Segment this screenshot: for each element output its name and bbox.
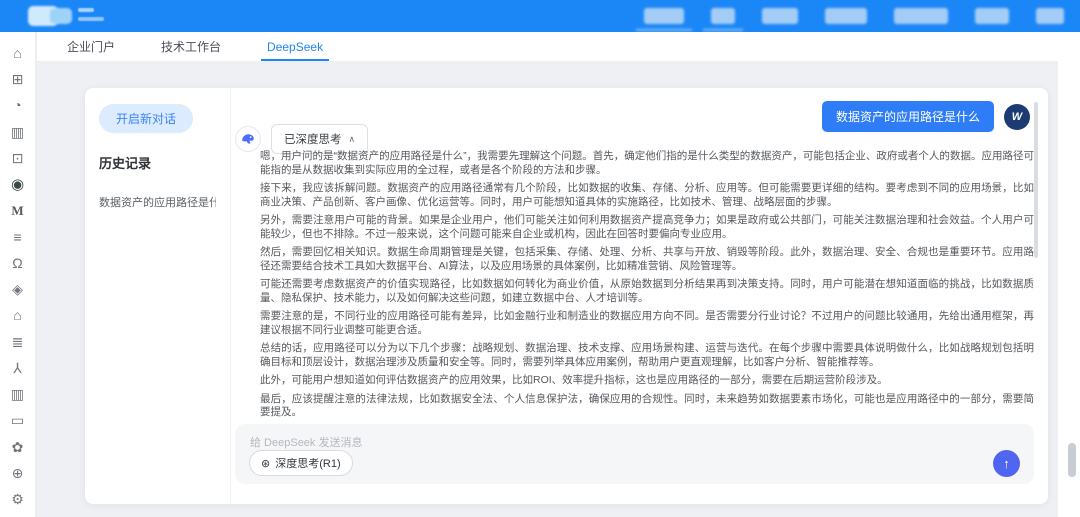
tab-企业门户[interactable]: 企业门户 — [61, 32, 121, 61]
chevron-up-icon: ∧ — [349, 134, 356, 145]
page-scrollbar[interactable] — [1068, 443, 1076, 477]
chat-card: 开启新对话 历史记录 数据资产的应用路径是什么 数据资产的应用路径是什么 W — [85, 88, 1048, 504]
composer: 给 DeepSeek 发送消息 ⊛ 深度思考(R1) ↑ — [235, 424, 1034, 484]
list-icon[interactable]: ≡ — [8, 227, 28, 247]
card-add-icon[interactable]: ⊡ — [8, 148, 28, 168]
history-list: 数据资产的应用路径是什么 — [99, 194, 216, 210]
logo-text-redacted — [78, 8, 104, 21]
reasoning-paragraph: 此外，可能用户想知道如何评估数据资产的应用效果，比如ROI、效率提升指标，这也是… — [260, 374, 1034, 388]
deep-thought-label: 已深度思考 — [284, 131, 342, 147]
topbar-menu-item-redacted[interactable] — [894, 8, 948, 24]
deepseek-whale-icon — [235, 126, 261, 152]
folder-icon[interactable]: ▭ — [8, 410, 28, 430]
org-structure-icon[interactable]: ⊞ — [8, 69, 28, 89]
layers-icon[interactable]: ≣ — [8, 332, 28, 352]
barcode-alt-icon[interactable]: ▥ — [8, 384, 28, 404]
history-item[interactable]: 数据资产的应用路径是什么 — [99, 194, 216, 210]
deep-think-icon: ⊛ — [261, 457, 270, 470]
reasoning-paragraph: 接下来，我应该拆解问题。数据资产的应用路径通常有几个阶段，比如数据的收集、存储、… — [260, 182, 1034, 209]
new-chat-button[interactable]: 开启新对话 — [99, 104, 193, 133]
flower-badge-icon[interactable]: ✿ — [8, 437, 28, 457]
input-placeholder: 给 DeepSeek 发送消息 — [250, 437, 362, 449]
arrow-up-icon: ↑ — [1003, 456, 1010, 471]
gear-icon[interactable]: ⚙ — [8, 489, 28, 509]
tab-bar: 企业门户 技术工作台 DeepSeek — [37, 32, 1080, 62]
chat-panel: 数据资产的应用路径是什么 W 已深度思考 ∧ 嗯，用户问的 — [231, 88, 1048, 504]
pie-chart-icon[interactable]: ◔ — [8, 95, 28, 115]
history-title: 历史记录 — [99, 153, 216, 172]
home-icon[interactable]: ⌂ — [8, 43, 28, 63]
topbar-menu — [644, 0, 1064, 32]
user-message: 数据资产的应用路径是什么 — [822, 101, 994, 132]
content-area: 开启新对话 历史记录 数据资产的应用路径是什么 数据资产的应用路径是什么 W — [37, 62, 1058, 517]
app-logo — [28, 6, 74, 26]
globe-dark-icon[interactable]: ◉ — [8, 174, 28, 194]
globe-icon[interactable]: ⊕ — [8, 463, 28, 483]
user-icon[interactable]: Ω — [8, 253, 28, 273]
user-message-row: 数据资产的应用路径是什么 W — [822, 101, 1030, 132]
chat-scrollbar[interactable] — [1034, 102, 1038, 258]
reasoning-paragraph: 然后，需要回忆相关知识。数据生命周期管理是关键，包括采集、存储、处理、分析、共享… — [260, 246, 1034, 273]
topbar-menu-item-redacted[interactable] — [975, 8, 1009, 24]
topbar-menu-item-redacted[interactable] — [1036, 8, 1064, 24]
m-app-icon[interactable]: M — [8, 200, 28, 220]
app-window: ⌂ ⊞ ◔ ▥ ⊡ ◉ M ≡ Ω ◈ ⌂ ≣ ⅄ ▥ ▭ ✿ ⊕ ⚙ 企业门户 技术工作台 DeepSeek 开启新… — [0, 0, 1080, 517]
home-alt-icon[interactable]: ⌂ — [8, 305, 28, 325]
page-scrollbar-track — [1058, 32, 1080, 517]
topbar-menu-item-redacted[interactable] — [825, 8, 867, 24]
reasoning-paragraph: 需要注意的是，不同行业的应用路径可能有差异，比如金融行业和制造业的数据应用方向不… — [260, 310, 1034, 337]
tab-技术工作台[interactable]: 技术工作台 — [155, 32, 227, 61]
barcode-icon[interactable]: ▥ — [8, 122, 28, 142]
sitemap-icon[interactable]: ⅄ — [8, 358, 28, 378]
send-button[interactable]: ↑ — [993, 450, 1020, 477]
reasoning-paragraph: 最后，应该提醒注意的法律法规，比如数据安全法、个人信息保护法，确保应用的合规性。… — [260, 393, 1034, 420]
tab-deepseek[interactable]: DeepSeek — [261, 32, 329, 61]
deep-think-label: 深度思考(R1) — [275, 455, 340, 471]
reasoning-paragraph: 嗯，用户问的是“数据资产的应用路径是什么”，我需要先理解这个问题。首先，确定他们… — [260, 150, 1034, 177]
left-sidebar: ⌂ ⊞ ◔ ▥ ⊡ ◉ M ≡ Ω ◈ ⌂ ≣ ⅄ ▥ ▭ ✿ ⊕ ⚙ — [0, 32, 36, 517]
topbar-menu-item-redacted[interactable] — [644, 8, 684, 24]
reasoning-paragraph: 可能还需要考虑数据资产的价值实现路径，比如数据如何转化为商业价值，从原始数据到分… — [260, 278, 1034, 305]
topbar-menu-item-redacted[interactable] — [711, 8, 735, 24]
user-avatar: W — [1004, 104, 1030, 130]
reasoning-text: 嗯，用户问的是“数据资产的应用路径是什么”，我需要先理解这个问题。首先，确定他们… — [260, 150, 1034, 420]
message-input[interactable]: 给 DeepSeek 发送消息 — [235, 424, 1034, 452]
topbar — [0, 0, 1080, 32]
reasoning-paragraph: 另外，需要注意用户可能的背景。如果是企业用户，他们可能关注如何利用数据资产提高竞… — [260, 214, 1034, 241]
reasoning-paragraph: 总结的话，应用路径可以分为以下几个步骤：战略规划、数据治理、技术支撑、应用场景构… — [260, 342, 1034, 369]
topbar-menu-item-redacted[interactable] — [762, 8, 798, 24]
history-panel: 开启新对话 历史记录 数据资产的应用路径是什么 — [85, 88, 231, 504]
deep-think-r1-button[interactable]: ⊛ 深度思考(R1) — [249, 450, 353, 476]
shield-icon[interactable]: ◈ — [8, 279, 28, 299]
